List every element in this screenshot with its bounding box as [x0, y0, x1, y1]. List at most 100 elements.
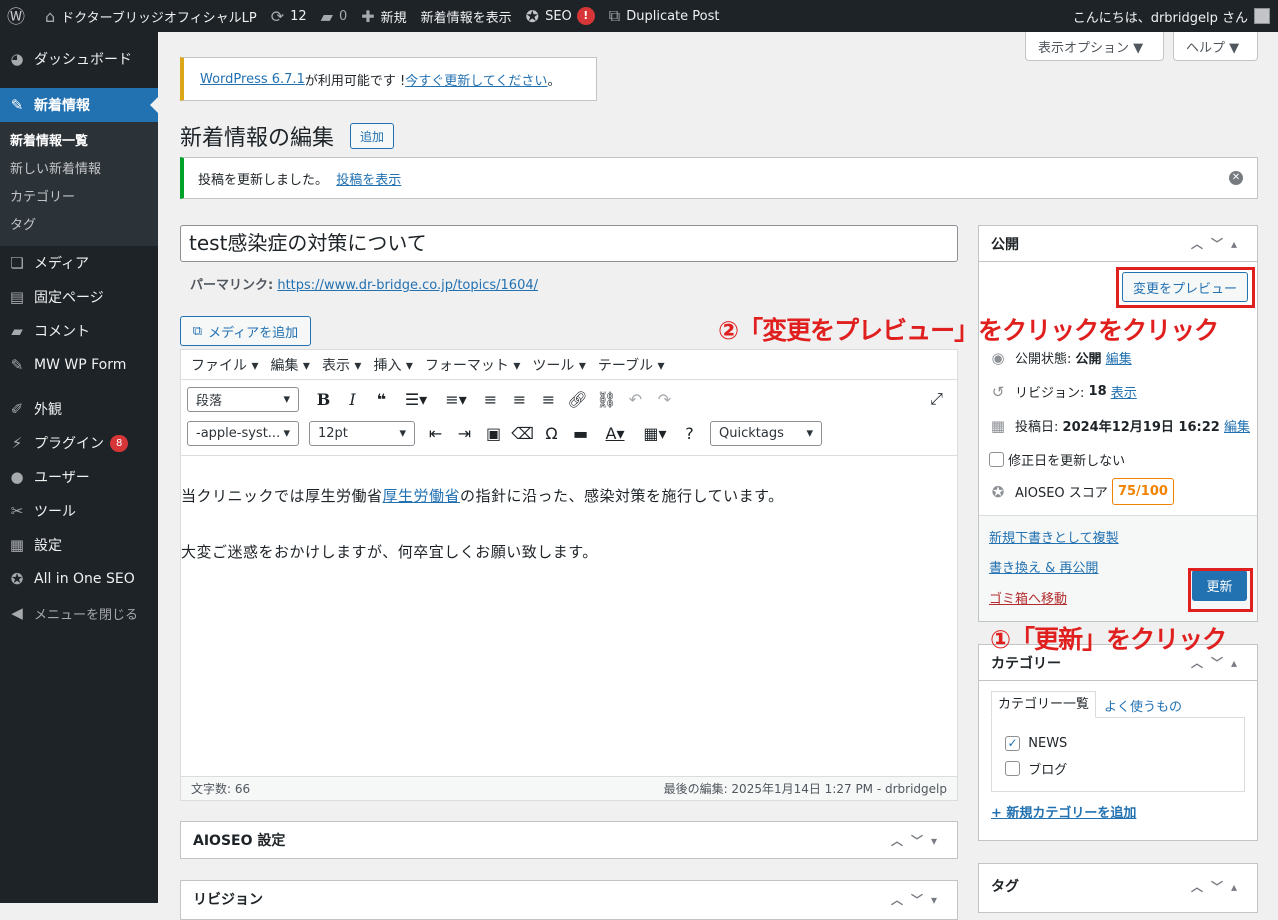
- menu-news[interactable]: ✎ 新着情報: [0, 88, 158, 122]
- word-count: 文字数: 66: [191, 782, 251, 796]
- updates-menu[interactable]: ⟳ 12: [264, 0, 314, 32]
- align-left-icon[interactable]: ≡: [476, 390, 505, 409]
- unlink-icon[interactable]: ⛓︎: [592, 390, 621, 409]
- box-controls[interactable]: ︿﹀▴: [1191, 235, 1245, 252]
- menu-mwwpform[interactable]: ✎ MW WP Form: [0, 348, 158, 382]
- view-post-link[interactable]: 新着情報を表示: [414, 0, 519, 32]
- menu-label: ツール: [34, 504, 76, 520]
- outdent-icon[interactable]: ⇤: [421, 424, 450, 443]
- mhlw-link[interactable]: 厚生労働省: [383, 487, 461, 505]
- date-label: 投稿日:: [1015, 420, 1059, 435]
- bullet-list-icon[interactable]: ☰▾: [396, 390, 436, 409]
- italic-icon[interactable]: I: [338, 390, 367, 409]
- help-button[interactable]: ヘルプ ▼: [1173, 32, 1258, 61]
- aioseo-score-badge[interactable]: 75/100: [1111, 478, 1174, 505]
- font-family-select[interactable]: -apple-syst... ▾: [187, 420, 299, 446]
- category-label: NEWS: [1028, 736, 1068, 751]
- menu-plugins[interactable]: ⚡ プラグイン 8: [0, 426, 158, 460]
- submenu-tag[interactable]: タグ: [0, 212, 158, 240]
- special-char-icon[interactable]: Ω: [537, 424, 566, 443]
- new-draft-link[interactable]: 新規下書きとして複製: [989, 527, 1119, 546]
- menu-insert[interactable]: 挿入 ▾: [367, 355, 418, 375]
- box-controls[interactable]: ︿﹀▴: [1191, 654, 1245, 671]
- collapse-menu-button[interactable]: ◀ メニューを閉じる: [0, 596, 158, 630]
- box-controls[interactable]: ︿﹀▾: [891, 832, 945, 849]
- add-new-button[interactable]: 追加: [350, 123, 394, 149]
- indent-icon[interactable]: ⇥: [450, 424, 479, 443]
- paste-text-icon[interactable]: ▣: [479, 424, 508, 443]
- greeting: こんにちは、drbridgelp さん: [1072, 10, 1248, 26]
- text-color-icon[interactable]: A▾: [595, 424, 635, 443]
- menu-table[interactable]: テーブル ▾: [592, 355, 671, 375]
- submenu-category[interactable]: カテゴリー: [0, 184, 158, 212]
- category-tab-popular[interactable]: よく使うもの: [1104, 696, 1182, 715]
- menu-dashboard[interactable]: ◕ ダッシュボード: [0, 42, 158, 76]
- wp-logo-menu[interactable]: Ⓦ: [0, 0, 38, 32]
- menu-edit[interactable]: 編集 ▾: [264, 355, 315, 375]
- edit-status-link[interactable]: 編集: [1106, 348, 1132, 367]
- menu-file[interactable]: ファイル ▾: [185, 355, 264, 375]
- horizontal-line-icon[interactable]: ▬: [566, 424, 595, 443]
- screen-options-button[interactable]: 表示オプション ▼: [1025, 32, 1164, 61]
- view-post-link[interactable]: 投稿を表示: [336, 169, 401, 188]
- menu-aioseo[interactable]: ✪ All in One SEO: [0, 562, 158, 596]
- menu-label: メニューを閉じる: [34, 607, 139, 623]
- link-icon[interactable]: 🔗︎: [563, 390, 592, 409]
- site-name-menu[interactable]: ⌂ ドクターブリッジオフィシャルLP: [38, 0, 264, 32]
- clear-format-icon[interactable]: ⌫: [508, 424, 537, 443]
- menu-label: MW WP Form: [34, 357, 127, 373]
- format-select-value: 段落: [196, 393, 223, 409]
- dismiss-icon[interactable]: ✕: [1229, 171, 1243, 185]
- menu-users[interactable]: ● ユーザー: [0, 460, 158, 494]
- no-modify-checkbox[interactable]: [989, 452, 1004, 467]
- category-checkbox-news[interactable]: ✓: [1005, 736, 1020, 751]
- bold-icon[interactable]: B: [309, 390, 338, 409]
- menu-appearance[interactable]: ✐ 外観: [0, 392, 158, 426]
- redo-icon[interactable]: ↷: [650, 390, 679, 409]
- box-controls[interactable]: ︿﹀▴: [1191, 878, 1245, 895]
- align-right-icon[interactable]: ≡: [534, 390, 563, 409]
- box-controls[interactable]: ︿﹀▾: [891, 891, 945, 908]
- menu-settings[interactable]: ▦ 設定: [0, 528, 158, 562]
- menu-tools[interactable]: ツール ▾: [526, 355, 591, 375]
- submenu-news-list[interactable]: 新着情報一覧: [0, 128, 158, 156]
- new-content-menu[interactable]: ✚ 新規: [354, 0, 413, 32]
- seo-menu[interactable]: ✪ SEO!: [519, 0, 602, 32]
- wordpress-version-link[interactable]: WordPress 6.7.1: [200, 72, 305, 87]
- browse-revisions-link[interactable]: 表示: [1111, 382, 1137, 401]
- menu-pages[interactable]: ▤ 固定ページ: [0, 280, 158, 314]
- post-title-input[interactable]: test感染症の対策について: [180, 225, 958, 262]
- account-menu[interactable]: こんにちは、drbridgelp さん: [1066, 0, 1278, 32]
- move-to-trash-link[interactable]: ゴミ箱へ移動: [989, 588, 1067, 607]
- status-row: ◉ 公開状態: 公開 編集: [989, 348, 1132, 368]
- menu-comments[interactable]: ▰ コメント: [0, 314, 158, 348]
- submenu-new-news[interactable]: 新しい新着情報: [0, 156, 158, 184]
- font-size-select[interactable]: 12pt ▾: [309, 420, 415, 446]
- home-icon: ⌂: [45, 6, 56, 26]
- align-center-icon[interactable]: ≡: [505, 390, 534, 409]
- permalink-url[interactable]: https://www.dr-bridge.co.jp/topics/1604/: [277, 278, 538, 293]
- menu-view[interactable]: 表示 ▾: [316, 355, 367, 375]
- add-media-button[interactable]: ⧉ メディアを追加: [180, 316, 311, 346]
- editor-content[interactable]: 当クリニックでは厚生労働省厚生労働省の指針に沿った、感染対策を施行しています。 …: [181, 455, 957, 776]
- menu-tools[interactable]: ✂ ツール: [0, 494, 158, 528]
- category-tab-all[interactable]: カテゴリー一覧: [991, 691, 1097, 718]
- aioseo-score-label: AIOSEO スコア: [1015, 486, 1108, 501]
- comments-menu[interactable]: ▰ 0: [314, 0, 355, 32]
- category-checkbox-blog[interactable]: [1005, 761, 1020, 776]
- undo-icon[interactable]: ↶: [621, 390, 650, 409]
- edit-date-link[interactable]: 編集: [1224, 416, 1250, 435]
- rewrite-republish-link[interactable]: 書き換え & 再公開: [989, 557, 1098, 576]
- duplicate-post-menu[interactable]: ⧉ Duplicate Post: [602, 0, 727, 32]
- help-icon[interactable]: ?: [675, 424, 704, 443]
- update-now-link[interactable]: 今すぐ更新してください: [405, 70, 547, 89]
- numbered-list-icon[interactable]: ≡▾: [436, 390, 476, 409]
- add-new-category-link[interactable]: + 新規カテゴリーを追加: [991, 802, 1136, 821]
- format-select[interactable]: 段落 ▾: [187, 386, 299, 412]
- table-icon[interactable]: ▦▾: [635, 424, 675, 443]
- fullscreen-icon[interactable]: ⤢: [922, 389, 951, 409]
- menu-format[interactable]: フォーマット ▾: [419, 355, 526, 375]
- blockquote-icon[interactable]: ❝: [367, 390, 396, 409]
- quicktags-select[interactable]: Quicktags ▾: [710, 420, 822, 446]
- menu-media[interactable]: ❏ メディア: [0, 246, 158, 280]
